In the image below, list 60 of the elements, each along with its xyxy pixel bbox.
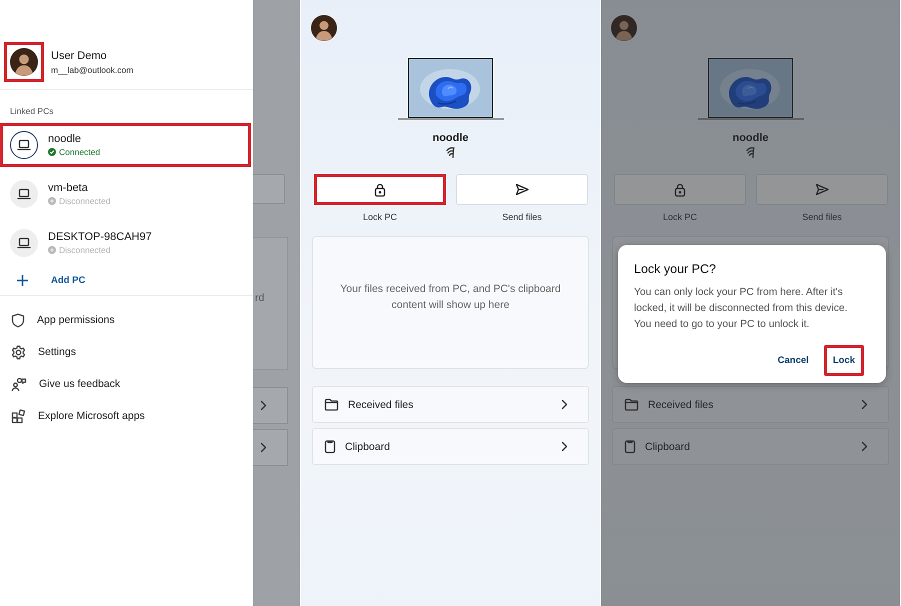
dialog-title: Lock your PC? [634, 262, 717, 276]
pc-name: noodle [48, 133, 82, 145]
chevron-icon [561, 399, 568, 410]
device-name: noodle [732, 132, 769, 144]
menu-item[interactable]: Settings [0, 336, 253, 368]
menu-item[interactable]: Explore Microsoft apps [0, 400, 253, 432]
pc-status: Disconnected [59, 196, 111, 206]
dialog-message: You can only lock your PC from here. After it's locked, it will be disconnected from this device. You need to go to your PC to unlock it. [634, 286, 848, 332]
action-label: Send files [802, 212, 842, 222]
add-pc-button[interactable]: Add PC [0, 270, 253, 296]
list-link[interactable]: Received files [612, 386, 889, 423]
chevron-icon [561, 441, 568, 452]
section-label: Linked PCs [9, 105, 54, 118]
feedback-icon [11, 376, 27, 392]
message-text: rd [255, 292, 264, 304]
action-label: Send files [502, 212, 542, 222]
pc-status: Connected [59, 147, 100, 157]
settings-icon [11, 344, 26, 360]
list-link[interactable]: Clipboard [612, 428, 889, 465]
list-link[interactable]: Clipboard [312, 428, 589, 465]
plus-icon [16, 274, 29, 287]
send-icon [515, 183, 529, 196]
pc-list-item[interactable]: DESKTOP-98CAH97 Disconnected [0, 221, 251, 265]
laptop-icon [17, 237, 31, 249]
signal-icon [446, 147, 456, 158]
account-email: m__lab@outlook.com [51, 64, 134, 74]
folder-icon [624, 398, 639, 411]
shield-icon [11, 312, 25, 328]
signal-icon [746, 147, 756, 158]
clipboard-icon [624, 439, 636, 454]
folder-icon [324, 398, 339, 411]
action-label: Lock PC [662, 212, 697, 222]
avatar-icon[interactable] [311, 15, 337, 41]
device-name: noodle [432, 132, 469, 144]
chevron-icon [260, 442, 267, 453]
chevron-icon [260, 400, 267, 411]
empty-message: Your files received from PC, and PC's clipboard content will show up here [339, 282, 562, 312]
clipboard-icon [324, 439, 336, 454]
action-label: Lock PC [362, 212, 397, 222]
pc-status: Disconnected [59, 245, 111, 255]
dialog-button[interactable]: Lock [824, 345, 864, 376]
laptop-icon [17, 139, 31, 151]
account-name: User Demo [51, 50, 108, 62]
menu-item[interactable]: App permissions [0, 304, 253, 336]
pc-name: DESKTOP-98CAH97 [48, 231, 152, 243]
send-icon [815, 183, 829, 196]
apps-icon [11, 408, 26, 424]
chevron-icon [861, 399, 868, 410]
lock-icon [374, 182, 386, 196]
dialog-button[interactable]: Cancel [768, 345, 818, 376]
lock-button[interactable] [314, 174, 446, 205]
chevron-icon [861, 441, 868, 452]
avatar-icon[interactable] [10, 48, 38, 76]
list-link[interactable]: Received files [312, 386, 589, 423]
pc-list-item[interactable]: vm-beta Disconnected [0, 172, 251, 216]
pc-list-item[interactable]: noodle Connected [0, 123, 251, 167]
menu-item[interactable]: Give us feedback [0, 368, 253, 400]
laptop-icon [17, 188, 31, 200]
pc-name: vm-beta [48, 182, 89, 194]
lock-icon [674, 182, 686, 196]
